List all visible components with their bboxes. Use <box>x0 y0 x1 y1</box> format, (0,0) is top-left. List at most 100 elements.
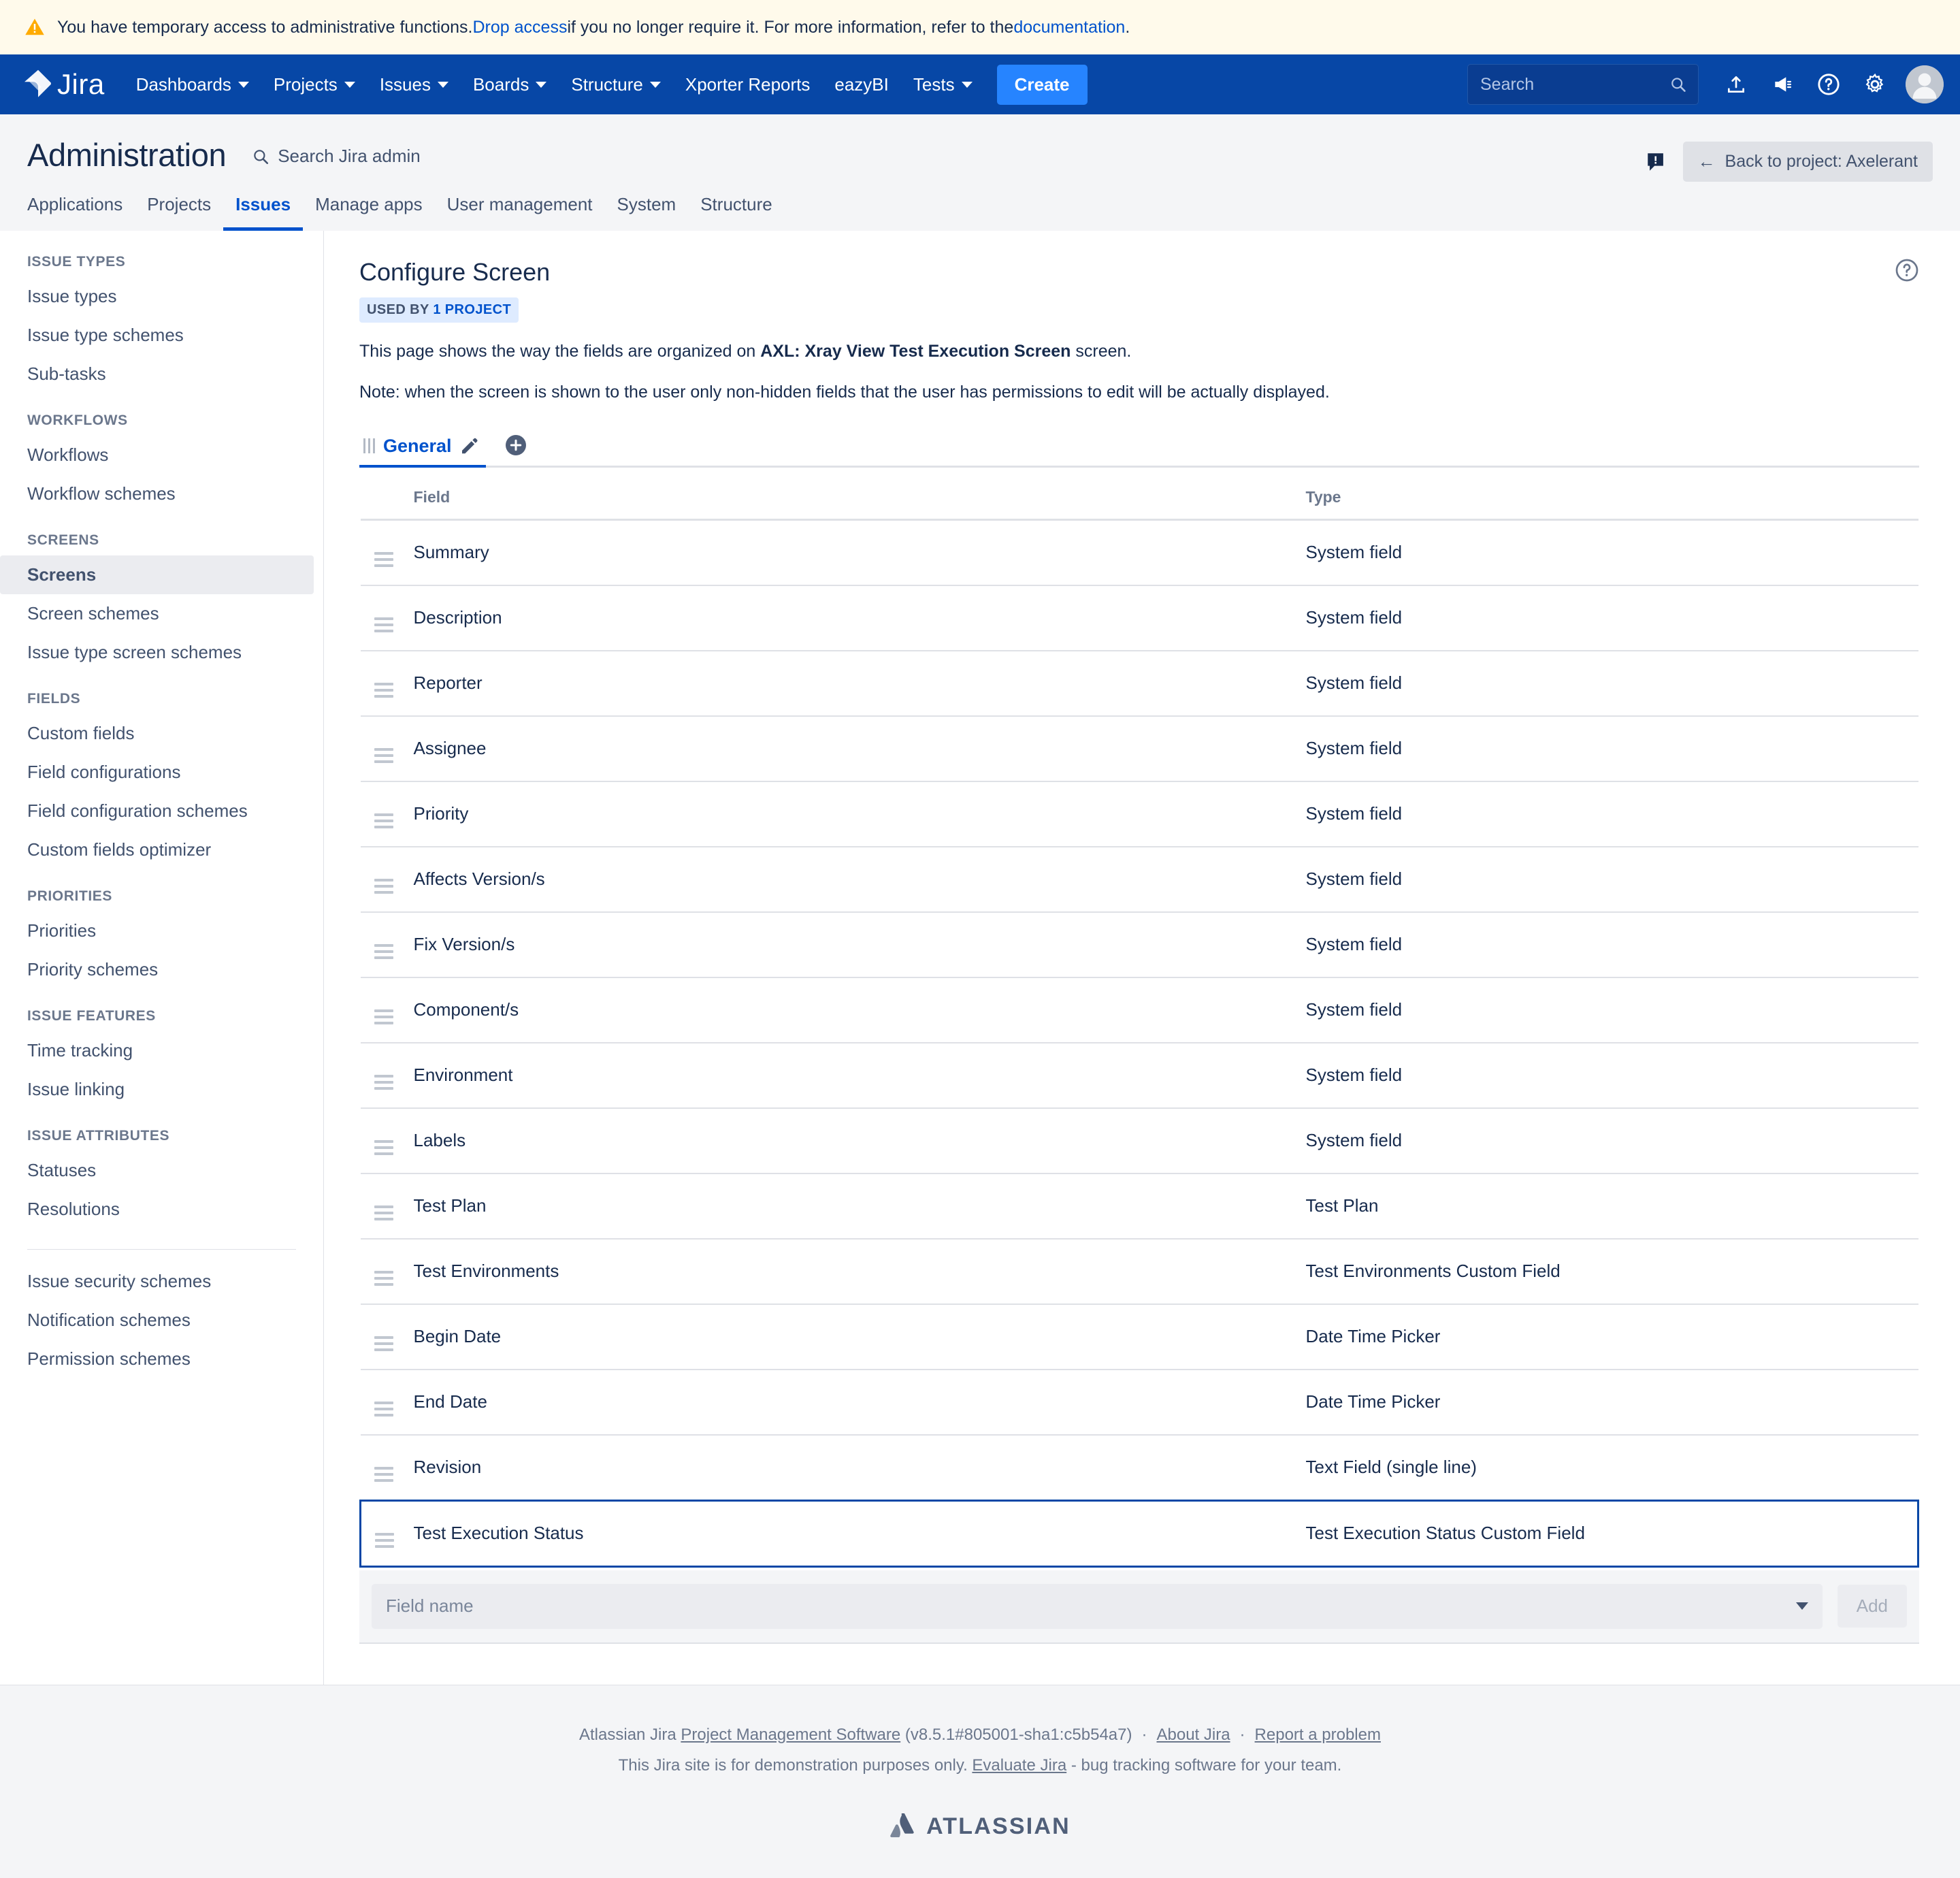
nav-item-tests[interactable]: Tests <box>901 64 985 105</box>
import-button[interactable] <box>1715 63 1757 106</box>
drag-handle-icon[interactable] <box>361 617 393 632</box>
row-drag-cell[interactable] <box>361 1173 414 1239</box>
table-row[interactable]: Summary System field <box>361 519 1918 585</box>
report-a-problem-link[interactable]: Report a problem <box>1255 1726 1381 1744</box>
sidebar-item-workflows[interactable]: Workflows <box>0 436 314 474</box>
drag-handle-icon[interactable] <box>361 1467 393 1482</box>
table-row[interactable]: Description System field <box>361 585 1918 651</box>
sidebar-item-field-configuration-schemes[interactable]: Field configuration schemes <box>0 792 314 830</box>
drag-handle-icon[interactable] <box>361 1205 393 1220</box>
table-row[interactable]: Affects Version/s System field <box>361 847 1918 912</box>
admin-search[interactable]: Search Jira admin <box>252 146 421 167</box>
row-drag-cell[interactable] <box>361 716 414 781</box>
table-row[interactable]: Priority System field <box>361 781 1918 847</box>
row-drag-cell[interactable] <box>361 1370 414 1435</box>
sidebar-item-sub-tasks[interactable]: Sub-tasks <box>0 355 314 393</box>
announcements-button[interactable] <box>1761 63 1803 106</box>
sidebar-item-issue-types[interactable]: Issue types <box>0 277 314 316</box>
nav-item-eazybi[interactable]: eazyBI <box>822 64 901 105</box>
nav-item-structure[interactable]: Structure <box>559 64 673 105</box>
drag-handle-icon[interactable] <box>361 1533 394 1548</box>
table-row[interactable]: Component/s System field <box>361 977 1918 1043</box>
table-row[interactable]: Environment System field <box>361 1043 1918 1108</box>
back-to-project-button[interactable]: ← Back to project: Axelerant <box>1683 142 1933 182</box>
about-jira-link[interactable]: About Jira <box>1156 1726 1230 1744</box>
drag-handle-icon[interactable] <box>361 1402 393 1416</box>
table-row[interactable]: Test Plan Test Plan <box>361 1173 1918 1239</box>
settings-button[interactable] <box>1854 63 1896 106</box>
sidebar-item-field-configurations[interactable]: Field configurations <box>0 753 314 792</box>
table-row-selected[interactable]: Test Execution Status Test Execution Sta… <box>361 1500 1918 1566</box>
table-row[interactable]: End Date Date Time Picker <box>361 1370 1918 1435</box>
table-row[interactable]: Labels System field <box>361 1108 1918 1173</box>
row-drag-cell[interactable] <box>361 847 414 912</box>
drag-handle-icon[interactable] <box>361 683 393 698</box>
drag-handle-icon[interactable] <box>361 944 393 959</box>
sidebar-item-statuses[interactable]: Statuses <box>0 1151 314 1190</box>
sidebar-item-issue-type-screen-schemes[interactable]: Issue type screen schemes <box>0 633 314 672</box>
table-row[interactable]: Test Environments Test Environments Cust… <box>361 1239 1918 1304</box>
sidebar-item-custom-fields-optimizer[interactable]: Custom fields optimizer <box>0 830 314 869</box>
row-drag-cell[interactable] <box>361 1043 414 1108</box>
drag-handle-icon[interactable] <box>361 1336 393 1351</box>
row-drag-cell[interactable] <box>361 1500 414 1566</box>
admin-tab-system[interactable]: System <box>605 194 689 231</box>
sidebar-item-notification-schemes[interactable]: Notification schemes <box>0 1301 314 1340</box>
drag-handle-icon[interactable] <box>361 748 393 763</box>
nav-item-projects[interactable]: Projects <box>261 64 368 105</box>
nav-item-issues[interactable]: Issues <box>368 64 461 105</box>
project-management-software-link[interactable]: Project Management Software <box>681 1726 900 1744</box>
sidebar-item-issue-linking[interactable]: Issue linking <box>0 1070 314 1109</box>
row-drag-cell[interactable] <box>361 977 414 1043</box>
evaluate-jira-link[interactable]: Evaluate Jira <box>972 1756 1066 1775</box>
field-name-select[interactable]: Field name <box>372 1584 1823 1629</box>
nav-item-dashboards[interactable]: Dashboards <box>124 64 261 105</box>
row-drag-cell[interactable] <box>361 781 414 847</box>
drag-handle-icon[interactable] <box>361 1075 393 1090</box>
admin-tab-issues[interactable]: Issues <box>223 194 303 231</box>
drag-handle-icon[interactable] <box>361 1140 393 1155</box>
admin-tab-manage-apps[interactable]: Manage apps <box>303 194 435 231</box>
nav-item-xporter-reports[interactable]: Xporter Reports <box>673 64 823 105</box>
sidebar-item-screens[interactable]: Screens <box>0 555 314 594</box>
table-row[interactable]: Reporter System field <box>361 651 1918 716</box>
search-input[interactable] <box>1479 74 1669 95</box>
row-drag-cell[interactable] <box>361 651 414 716</box>
drag-handle-icon[interactable] <box>361 1009 393 1024</box>
table-row[interactable]: Revision Text Field (single line) <box>361 1435 1918 1501</box>
table-row[interactable]: Fix Version/s System field <box>361 912 1918 977</box>
row-drag-cell[interactable] <box>361 585 414 651</box>
drop-access-link[interactable]: Drop access <box>473 18 568 37</box>
admin-tab-applications[interactable]: Applications <box>27 194 135 231</box>
sidebar-item-workflow-schemes[interactable]: Workflow schemes <box>0 474 314 513</box>
add-tab-button[interactable] <box>504 433 528 457</box>
sidebar-item-screen-schemes[interactable]: Screen schemes <box>0 594 314 633</box>
row-drag-cell[interactable] <box>361 912 414 977</box>
screen-tab-general[interactable]: General <box>359 436 486 468</box>
sidebar-item-time-tracking[interactable]: Time tracking <box>0 1031 314 1070</box>
help-circle-icon[interactable] <box>1895 258 1919 282</box>
row-drag-cell[interactable] <box>361 1239 414 1304</box>
row-drag-cell[interactable] <box>361 1304 414 1370</box>
documentation-link[interactable]: documentation <box>1013 18 1125 37</box>
sidebar-item-custom-fields[interactable]: Custom fields <box>0 714 314 753</box>
avatar[interactable] <box>1906 65 1944 103</box>
table-row[interactable]: Begin Date Date Time Picker <box>361 1304 1918 1370</box>
sidebar-item-issue-security-schemes[interactable]: Issue security schemes <box>0 1262 314 1301</box>
drag-handle-icon[interactable] <box>361 813 393 828</box>
sidebar-item-priority-schemes[interactable]: Priority schemes <box>0 950 314 989</box>
admin-tab-structure[interactable]: Structure <box>688 194 785 231</box>
add-field-button[interactable]: Add <box>1838 1585 1907 1628</box>
sidebar-item-permission-schemes[interactable]: Permission schemes <box>0 1340 314 1378</box>
table-row[interactable]: Assignee System field <box>361 716 1918 781</box>
feedback-icon[interactable] <box>1645 150 1668 174</box>
jira-logo[interactable]: Jira <box>24 68 105 101</box>
admin-tab-projects[interactable]: Projects <box>135 194 223 231</box>
drag-handle-icon[interactable] <box>361 1271 393 1286</box>
sidebar-item-issue-type-schemes[interactable]: Issue type schemes <box>0 316 314 355</box>
drag-handle-icon[interactable] <box>361 552 393 567</box>
create-button[interactable]: Create <box>997 65 1088 105</box>
drag-grip-icon[interactable] <box>363 438 375 453</box>
global-search-box[interactable] <box>1467 64 1699 105</box>
admin-tab-user-management[interactable]: User management <box>435 194 605 231</box>
